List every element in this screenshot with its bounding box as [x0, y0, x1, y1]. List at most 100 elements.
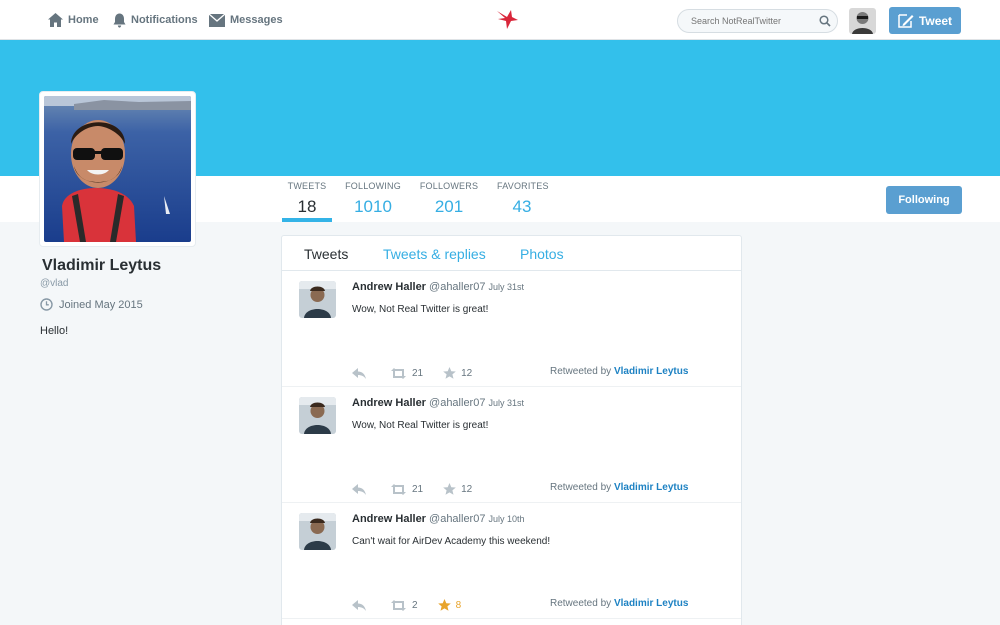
retweeted-by-user-link[interactable]: Vladimir Leytus	[614, 482, 688, 493]
retweeted-by-label: Retweeted by	[550, 598, 612, 609]
favorite-button[interactable]: 8	[437, 599, 462, 611]
stat-followers-label: FOLLOWERS	[419, 181, 479, 191]
retweeted-by: Retweeted by Vladimir Leytus	[550, 482, 688, 493]
clock-icon	[40, 298, 53, 311]
bird-logo-icon[interactable]	[495, 8, 519, 35]
profile-joined: Joined May 2015	[40, 298, 143, 311]
stat-followers[interactable]: FOLLOWERS 201	[419, 181, 479, 217]
timeline: Tweets Tweets & replies Photos Andrew Ha…	[281, 235, 742, 625]
tab-tweets-and-replies[interactable]: Tweets & replies	[383, 246, 486, 262]
tweet-date[interactable]: July 31st	[489, 398, 525, 408]
profile-joined-text: Joined May 2015	[59, 298, 143, 311]
favorite-count: 8	[455, 599, 462, 611]
tweet-header: Andrew Haller @ahaller07 July 31st	[352, 397, 524, 409]
tweet-actions: 2 8	[352, 599, 461, 611]
nav-home[interactable]: Home	[48, 0, 99, 40]
tweet-actions: 21 12	[352, 367, 472, 379]
retweet-icon	[391, 599, 406, 611]
favorite-button[interactable]: 12	[443, 367, 472, 379]
stat-following[interactable]: FOLLOWING 1010	[344, 181, 402, 217]
tweet-button-label: Tweet	[918, 13, 953, 28]
favorite-count: 12	[461, 483, 473, 495]
tweet-text: Wow, Not Real Twitter is great!	[352, 304, 489, 315]
search-icon[interactable]	[819, 14, 831, 32]
retweet-button[interactable]: 21	[390, 483, 424, 495]
timeline-tabs: Tweets Tweets & replies Photos	[282, 236, 741, 271]
retweet-button[interactable]: 21	[390, 367, 424, 379]
reply-icon	[352, 599, 366, 611]
tweet-item[interactable]: Andrew Haller @ahaller07 July 10th Can't…	[282, 503, 741, 619]
tweet-author-avatar[interactable]	[299, 281, 336, 318]
reply-button[interactable]	[352, 599, 366, 611]
retweet-count: 21	[412, 483, 424, 495]
tweet-header: Andrew Haller @ahaller07 July 31st	[352, 281, 524, 293]
favorite-count: 12	[461, 367, 473, 379]
nav-messages-label: Messages	[230, 14, 283, 26]
tweet-author-name[interactable]: Andrew Haller	[352, 513, 426, 525]
tweet-text: Wow, Not Real Twitter is great!	[352, 420, 489, 431]
tweet-author-handle[interactable]: @ahaller07	[429, 513, 485, 525]
tweet-author-handle[interactable]: @ahaller07	[429, 397, 485, 409]
tweet-item[interactable]: Andrew Haller @ahaller07 July 31st Wow, …	[282, 271, 741, 387]
tweet-author-avatar[interactable]	[299, 513, 336, 550]
stat-followers-value: 201	[434, 197, 464, 216]
retweeted-by-label: Retweeted by	[550, 366, 612, 377]
profile-handle[interactable]: @vlad	[40, 278, 69, 289]
nav-home-label: Home	[68, 14, 99, 26]
home-icon	[48, 13, 63, 27]
stat-tweets-value: 18	[297, 197, 317, 216]
tweet-text: Can't wait for AirDev Academy this weeke…	[352, 536, 551, 547]
tweet-date[interactable]: July 10th	[489, 514, 525, 524]
tweet-item[interactable]: Andrew Haller @ahaller07 July 31st Wow, …	[282, 387, 741, 503]
tweet-button[interactable]: Tweet	[889, 7, 961, 34]
retweeted-by: Retweeted by Vladimir Leytus	[550, 598, 688, 609]
tweet-header: Andrew Haller @ahaller07 July 10th	[352, 513, 525, 525]
user-avatar[interactable]	[849, 8, 876, 34]
profile-name: Vladimir Leytus	[42, 257, 162, 274]
stat-following-value: 1010	[354, 197, 392, 216]
reply-icon	[352, 367, 366, 379]
retweet-count: 21	[412, 367, 424, 379]
nav-messages[interactable]: Messages	[209, 0, 283, 40]
envelope-icon	[209, 13, 225, 27]
stat-favorites-label: FAVORITES	[497, 181, 549, 191]
tab-tweets[interactable]: Tweets	[304, 246, 348, 262]
stat-favorites-value: 43	[512, 197, 532, 216]
retweet-button[interactable]: 2	[390, 599, 418, 611]
star-icon	[443, 483, 456, 495]
retweet-icon	[391, 367, 406, 379]
top-navigation-bar: Home Notifications Messages Tweet	[0, 0, 1000, 40]
tweet-author-name[interactable]: Andrew Haller	[352, 397, 426, 409]
following-button[interactable]: Following	[886, 186, 962, 214]
retweeted-by-label: Retweeted by	[550, 482, 612, 493]
tweet-date[interactable]: July 31st	[489, 282, 525, 292]
nav-notifications-label: Notifications	[131, 14, 198, 26]
tweet-author-avatar[interactable]	[299, 397, 336, 434]
retweet-icon	[391, 483, 406, 495]
retweeted-by-user-link[interactable]: Vladimir Leytus	[614, 366, 688, 377]
profile-photo[interactable]	[39, 91, 196, 247]
reply-button[interactable]	[352, 483, 366, 495]
retweet-count: 2	[412, 599, 418, 611]
star-icon	[443, 367, 456, 379]
tweet-author-handle[interactable]: @ahaller07	[429, 281, 485, 293]
active-stat-indicator	[282, 218, 332, 222]
bell-icon	[113, 13, 126, 28]
favorite-button[interactable]: 12	[443, 483, 472, 495]
star-icon	[437, 599, 451, 611]
stat-tweets-label: TWEETS	[287, 181, 327, 191]
retweeted-by: Retweeted by Vladimir Leytus	[550, 366, 688, 377]
tab-photos[interactable]: Photos	[520, 246, 564, 262]
stat-favorites[interactable]: FAVORITES 43	[497, 181, 549, 217]
reply-icon	[352, 483, 366, 495]
stat-following-label: FOLLOWING	[345, 181, 401, 191]
retweeted-by-user-link[interactable]: Vladimir Leytus	[614, 598, 688, 609]
compose-icon	[898, 13, 914, 28]
stat-tweets[interactable]: TWEETS 18	[282, 181, 332, 217]
tweet-author-name[interactable]: Andrew Haller	[352, 281, 426, 293]
profile-bio: Hello!	[40, 325, 69, 337]
nav-notifications[interactable]: Notifications	[113, 0, 198, 40]
reply-button[interactable]	[352, 367, 366, 379]
search-input[interactable]	[677, 9, 838, 33]
tweet-actions: 21 12	[352, 483, 472, 495]
